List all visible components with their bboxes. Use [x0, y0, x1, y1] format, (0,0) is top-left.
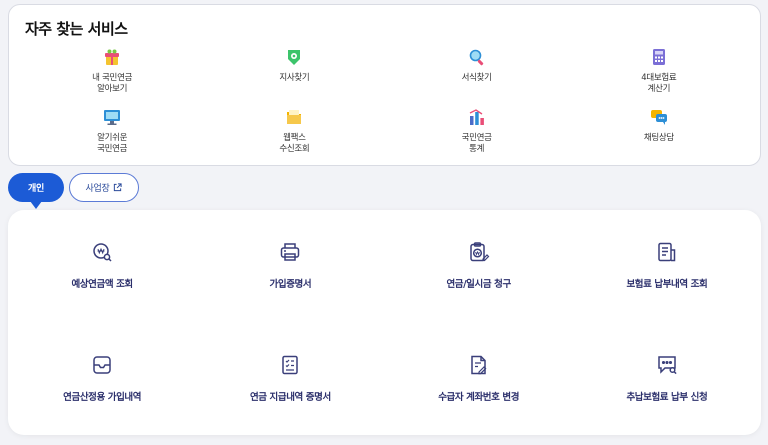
service-pension-statistics[interactable]: 국민연금 통계 [386, 107, 568, 163]
monitor-icon [104, 110, 121, 125]
chat-bubbles-icon [650, 110, 667, 125]
won-search-icon [93, 243, 112, 262]
service-expected-pension[interactable]: 예상연금액 조회 [8, 210, 196, 323]
inbox-icon [93, 355, 111, 374]
service-label: 가입증명서 [269, 279, 312, 290]
frequent-services-title: 자주 찾는 서비스 [25, 20, 128, 38]
service-label: 수급자 계좌번호 변경 [438, 391, 520, 403]
service-label: 예상연금액 조회 [71, 279, 133, 290]
magnifier-icon [469, 49, 483, 66]
service-label: 웹팩스 수신조회 [279, 133, 310, 154]
service-label: 채팅상담 [643, 133, 674, 143]
personal-services-panel: 예상연금액 조회 가입증명서 연금/일시금 청구 보험료 납부내역 조회 연금산… [8, 210, 761, 435]
service-label: 연금/일시금 청구 [446, 279, 511, 290]
service-easy-pension[interactable]: 알기쉬운 국민연금 [21, 107, 203, 163]
document-pen-icon [470, 355, 487, 374]
service-pension-claim[interactable]: 연금/일시금 청구 [385, 210, 573, 323]
service-label: 4대보험료 계산기 [641, 73, 677, 94]
personal-services-grid: 예상연금액 조회 가입증명서 연금/일시금 청구 보험료 납부내역 조회 연금산… [8, 210, 761, 435]
tab-personal[interactable]: 개인 [8, 173, 64, 209]
service-label: 연금 지급내역 증명서 [249, 391, 331, 403]
service-payment-certificate[interactable]: 연금 지급내역 증명서 [196, 323, 384, 436]
tab-business[interactable]: 사업장 [69, 173, 139, 202]
service-webfax[interactable]: 웹팩스 수신조회 [203, 107, 385, 163]
location-badge-icon [288, 50, 301, 65]
won-clipboard-edit-icon [469, 242, 489, 262]
service-deferred-payment[interactable]: 추납보험료 납부 신청 [573, 323, 761, 436]
tab-business-label: 사업장 [85, 184, 110, 194]
service-change-account[interactable]: 수급자 계좌번호 변경 [385, 323, 573, 436]
service-label: 서식찾기 [461, 73, 492, 83]
chat-search-icon [658, 355, 677, 374]
tab-personal-label: 개인 [28, 184, 44, 194]
service-label: 보험료 납부내역 조회 [626, 279, 708, 290]
service-payment-history[interactable]: 보험료 납부내역 조회 [573, 210, 761, 323]
service-chat-consult[interactable]: 채팅상담 [568, 107, 750, 163]
service-insurance-calculator[interactable]: 4대보험료 계산기 [568, 47, 750, 107]
service-label: 지사찾기 [279, 73, 310, 83]
service-pension-calc-history[interactable]: 연금산정용 가입내역 [8, 323, 196, 436]
service-label: 알기쉬운 국민연금 [97, 133, 128, 154]
checklist-document-icon [282, 355, 299, 374]
service-label: 추납보험료 납부 신청 [626, 391, 708, 403]
service-membership-certificate[interactable]: 가입증명서 [196, 210, 384, 323]
service-my-pension[interactable]: 내 국민연금 알아보기 [21, 47, 203, 107]
service-find-branch[interactable]: 지사찾기 [203, 47, 385, 107]
service-find-forms[interactable]: 서식찾기 [386, 47, 568, 107]
frequent-services-grid: 내 국민연금 알아보기 지사찾기 서식찾기 4대보험료 계산기 알기쉬운 국민연… [21, 47, 750, 163]
service-label: 내 국민연금 알아보기 [92, 73, 133, 94]
calculator-icon [652, 49, 665, 65]
folder-icon [287, 110, 302, 124]
bar-chart-icon [469, 109, 484, 125]
document-list-icon [658, 242, 676, 262]
service-label: 연금산정용 가입내역 [63, 391, 142, 403]
gift-icon [105, 49, 120, 65]
frequent-services-panel: 자주 찾는 서비스 내 국민연금 알아보기 지사찾기 서식찾기 4대보험료 계산… [8, 4, 761, 166]
printer-icon [281, 243, 300, 261]
external-link-icon [114, 183, 123, 192]
service-label: 국민연금 통계 [461, 133, 492, 154]
